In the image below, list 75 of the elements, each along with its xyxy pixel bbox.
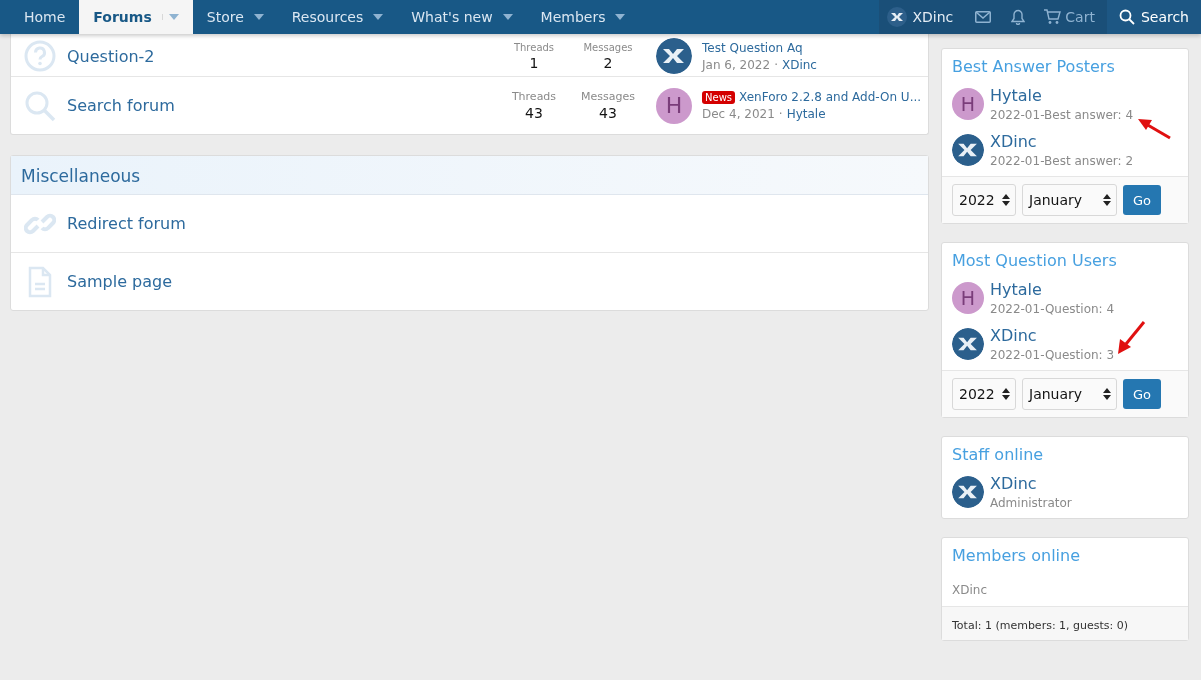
nav-tab[interactable]: Home — [10, 0, 80, 34]
search-icon — [24, 89, 56, 122]
separator-dot: · — [778, 107, 783, 121]
member-link[interactable]: XDinc — [952, 583, 987, 597]
caret-icon[interactable] — [373, 14, 384, 20]
user-avatar[interactable] — [656, 38, 692, 74]
sort-arrows-icon — [1002, 194, 1010, 206]
stat-value: 2 — [603, 54, 613, 71]
sort-arrows-icon — [1002, 388, 1010, 400]
sort-arrows-icon — [1103, 388, 1111, 400]
cart-link[interactable]: Cart — [1035, 9, 1107, 25]
cart-icon[interactable] — [1043, 9, 1062, 25]
user-link[interactable]: XDinc — [990, 326, 1115, 345]
user-link[interactable]: XDinc — [781, 57, 817, 72]
user-detail: Administrator — [990, 496, 1072, 510]
user-avatar[interactable]: H — [656, 87, 692, 124]
user-link[interactable]: XDinc — [990, 474, 1072, 493]
caret-icon[interactable] — [502, 14, 513, 20]
question-icon — [24, 40, 56, 72]
mail-icon[interactable] — [975, 11, 992, 23]
user-avatar[interactable]: H — [952, 88, 984, 120]
post-date: Dec 4, 2021 — [702, 107, 775, 121]
stat-value: 1 — [529, 54, 539, 71]
user-detail: 2022-01-Best answer: 2 — [990, 154, 1134, 168]
month-select[interactable]: January — [1022, 378, 1117, 410]
block-title: Most Question Users — [951, 250, 1118, 272]
user-detail: 2022-01-Best answer: 4 — [990, 108, 1134, 122]
section-title: Miscellaneous — [21, 166, 141, 186]
block-title: Staff online — [951, 444, 1045, 466]
block-title: Members online — [951, 545, 1082, 567]
stat-value: 43 — [599, 105, 617, 121]
stat-label: Threads — [511, 90, 557, 103]
nav-tab[interactable]: Members — [526, 0, 640, 34]
year-select[interactable]: 2022 — [952, 378, 1016, 410]
user-avatar[interactable] — [952, 134, 984, 166]
forum-title[interactable]: Sample page — [67, 272, 918, 291]
stat-label: Messages — [583, 41, 633, 53]
nav-tab[interactable]: Forums — [79, 0, 193, 34]
news-label: News — [702, 90, 736, 104]
stat-value: 43 — [525, 105, 543, 121]
forum-title[interactable]: Question-2 — [67, 46, 504, 66]
user-link[interactable]: Hytale — [990, 86, 1134, 105]
forum-title[interactable]: Search forum — [67, 96, 504, 115]
sort-arrows-icon — [1103, 194, 1111, 206]
go-button[interactable]: Go — [1123, 185, 1161, 215]
search-icon[interactable] — [1118, 9, 1135, 25]
month-select[interactable]: January — [1022, 184, 1117, 216]
block-title: Best Answer Posters — [951, 56, 1116, 78]
user-detail: 2022-01-Question: 4 — [990, 302, 1115, 316]
user-avatar[interactable] — [952, 328, 984, 360]
nav-tab[interactable]: Store — [192, 0, 278, 34]
post-date: Jan 6, 2022 — [702, 57, 771, 72]
nav-tab[interactable]: What's new — [397, 0, 527, 34]
thread-link[interactable]: XenForo 2.2.8 and Add-On U... — [739, 90, 922, 104]
nav-tab[interactable]: Resources — [277, 0, 398, 34]
caret-icon[interactable] — [253, 14, 264, 20]
search-button[interactable]: Search — [1106, 0, 1201, 34]
user-avatar[interactable] — [952, 476, 984, 508]
separator-dot: · — [774, 57, 778, 72]
user-link[interactable]: Hytale — [786, 107, 826, 121]
year-select[interactable]: 2022 — [952, 184, 1016, 216]
user-menu[interactable]: XDinc — [879, 7, 966, 27]
thread-link[interactable]: Test Question Aq — [702, 40, 803, 55]
user-link[interactable]: Hytale — [990, 280, 1115, 299]
stat-label: Messages — [581, 90, 635, 103]
caret-icon[interactable] — [615, 14, 626, 20]
user-link[interactable]: XDinc — [990, 132, 1134, 151]
user-detail: 2022-01-Question: 3 — [990, 348, 1115, 362]
stat-label: Threads — [513, 41, 555, 53]
forum-title[interactable]: Redirect forum — [67, 214, 918, 233]
go-button[interactable]: Go — [1123, 379, 1161, 409]
user-avatar[interactable]: H — [952, 282, 984, 314]
user-avatar[interactable] — [887, 7, 908, 27]
online-total: Total: 1 (members: 1, guests: 0) — [952, 619, 1129, 632]
bell-icon[interactable] — [1011, 9, 1026, 25]
